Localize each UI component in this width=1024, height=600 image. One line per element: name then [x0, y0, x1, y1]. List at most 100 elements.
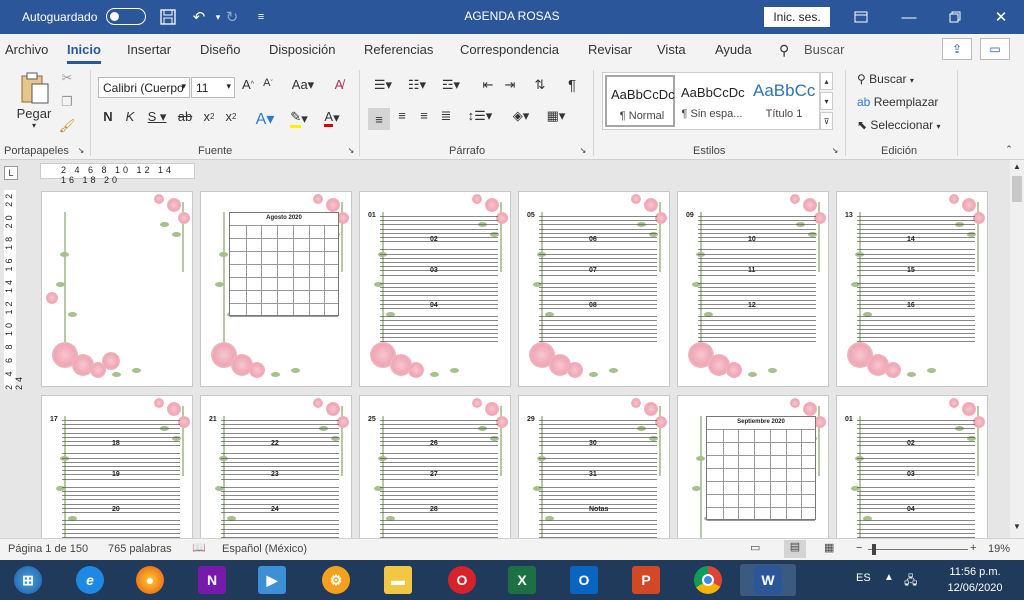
vertical-ruler[interactable]: 2 4 6 8 10 12 14 16 18 20 22 24 — [4, 190, 24, 390]
proofing-icon[interactable]: 📖 — [192, 541, 206, 554]
tab-selector-icon[interactable]: L — [4, 166, 18, 180]
page-thumbnail[interactable]: Agosto 2020 — [200, 191, 352, 387]
zoom-slider-thumb[interactable] — [872, 544, 876, 555]
scroll-thumb[interactable] — [1012, 176, 1022, 202]
find-button[interactable]: ⚲ Buscar ▾ — [857, 72, 914, 86]
increase-indent-icon[interactable]: ⇥ — [500, 77, 520, 93]
scroll-down-icon[interactable]: ▼ — [1010, 522, 1024, 531]
tab-referencias[interactable]: Referencias — [364, 42, 433, 57]
grow-font-icon[interactable]: A ^ — [239, 77, 257, 92]
network-icon[interactable]: 🖧 — [904, 571, 917, 592]
underline-icon[interactable]: S ▾ — [145, 109, 169, 125]
clock[interactable]: 11:56 p.m. 12/06/2020 — [930, 564, 1020, 596]
word-count[interactable]: 765 palabras — [108, 543, 172, 555]
numbering-icon[interactable]: ☷▾ — [402, 77, 432, 93]
show-marks-icon[interactable]: ¶ — [562, 77, 582, 94]
tab-inicio[interactable]: Inicio — [67, 42, 101, 57]
page-thumbnail[interactable]: 13 14 15 16 — [836, 191, 988, 387]
zoom-slider[interactable] — [868, 549, 968, 550]
tab-diseno[interactable]: Diseño — [200, 42, 240, 57]
page-count[interactable]: Página 1 de 150 — [8, 543, 88, 555]
page-thumbnail[interactable]: 09 10 11 12 — [677, 191, 829, 387]
vertical-scrollbar[interactable]: ▲ ▼ — [1010, 160, 1024, 538]
page-thumbnail[interactable]: 25 26 27 28 — [359, 395, 511, 538]
bullets-icon[interactable]: ☰▾ — [368, 77, 398, 93]
page-thumbnail[interactable]: Septiembre 2020 — [677, 395, 829, 538]
paragraph-launcher-icon[interactable]: ↘ — [578, 146, 588, 155]
read-mode-icon[interactable]: ▭ — [750, 541, 760, 554]
input-language[interactable]: ES — [856, 572, 871, 584]
format-painter-icon[interactable]: 🖌 — [58, 118, 76, 134]
share-button[interactable]: ⇪ — [942, 38, 972, 60]
comments-button[interactable]: ▭ — [980, 38, 1010, 60]
zoom-out-icon[interactable]: − — [856, 542, 862, 554]
paste-dropdown-icon[interactable]: ▾ — [26, 121, 42, 130]
copy-icon[interactable]: ❐ — [58, 94, 76, 110]
page-thumbnail[interactable]: 05 06 07 08 — [518, 191, 670, 387]
tray-expand-icon[interactable]: ▲ — [884, 572, 894, 583]
sort-icon[interactable]: ⇅ — [530, 77, 550, 93]
page-thumbnail[interactable]: 01 02 03 04 — [836, 395, 988, 538]
taskbar-opera[interactable]: O — [440, 564, 484, 596]
shrink-font-icon[interactable]: Aˇ — [259, 77, 277, 89]
minimize-icon[interactable]: — — [886, 0, 932, 34]
web-layout-icon[interactable]: ▦ — [824, 541, 834, 554]
page-thumbnail[interactable]: 29 30 31 Notas — [518, 395, 670, 538]
taskbar-ie[interactable]: e — [68, 564, 112, 596]
text-effects-icon[interactable]: A▾ — [252, 109, 278, 129]
bold-icon[interactable]: N — [100, 109, 116, 124]
font-color-icon[interactable]: A ▾ — [318, 109, 346, 127]
tab-vista[interactable]: Vista — [657, 42, 686, 57]
multilevel-list-icon[interactable]: ☲▾ — [436, 77, 466, 93]
taskbar-excel[interactable]: X — [500, 564, 544, 596]
replace-button[interactable]: ab Reemplazar — [857, 95, 938, 109]
ribbon-display-icon[interactable] — [838, 0, 884, 34]
taskbar-onenote[interactable]: N — [190, 564, 234, 596]
taskbar-word[interactable]: W — [740, 564, 796, 596]
print-layout-icon[interactable]: ▤ — [784, 540, 806, 558]
tab-insertar[interactable]: Insertar — [127, 42, 171, 57]
styles-scroll-down-icon[interactable]: ▾ — [820, 92, 833, 110]
styles-launcher-icon[interactable]: ↘ — [830, 146, 840, 155]
change-case-icon[interactable]: Aa▾ — [288, 77, 318, 93]
line-spacing-icon[interactable]: ↕☰▾ — [464, 108, 496, 124]
page-thumbnail[interactable] — [41, 191, 193, 387]
font-size-select[interactable]: 11 ▾ — [191, 77, 235, 98]
borders-icon[interactable]: ▦▾ — [540, 108, 572, 124]
taskbar-powerpoint[interactable]: P — [624, 564, 668, 596]
align-center-icon[interactable]: ≡ — [392, 108, 412, 123]
highlight-icon[interactable]: ✎ ▾ — [286, 109, 312, 128]
scroll-up-icon[interactable]: ▲ — [1010, 162, 1024, 171]
taskbar-outlook[interactable]: O — [562, 564, 606, 596]
subscript-icon[interactable]: x2 — [200, 109, 218, 124]
strikethrough-icon[interactable]: ab — [176, 109, 194, 124]
taskbar-chrome[interactable] — [686, 564, 730, 596]
font-family-select[interactable]: Calibri (Cuerpo ▾ — [98, 77, 190, 98]
zoom-in-icon[interactable]: + — [970, 542, 976, 554]
taskbar-media[interactable]: ▶ — [250, 564, 294, 596]
paste-icon[interactable] — [18, 70, 52, 106]
align-right-icon[interactable]: ≡ — [414, 108, 434, 123]
page-thumbnail[interactable]: 17 18 19 20 — [41, 395, 193, 538]
close-icon[interactable]: ✕ — [978, 0, 1024, 34]
tab-archivo[interactable]: Archivo — [5, 42, 48, 57]
select-button[interactable]: ⬉ Seleccionar ▾ — [857, 118, 940, 132]
justify-icon[interactable]: ≣ — [436, 108, 456, 124]
taskbar-settings[interactable]: ⚙ — [314, 564, 358, 596]
tab-correspondencia[interactable]: Correspondencia — [460, 42, 559, 57]
tab-revisar[interactable]: Revisar — [588, 42, 632, 57]
superscript-icon[interactable]: x2 — [222, 109, 240, 124]
taskbar-firefox[interactable]: ● — [128, 564, 172, 596]
shading-icon[interactable]: ◈▾ — [506, 108, 536, 124]
styles-more-icon[interactable]: ⊽ — [820, 112, 833, 130]
styles-scroll-up-icon[interactable]: ▴ — [820, 72, 833, 90]
horizontal-ruler[interactable]: 2 4 6 8 10 12 14 16 18 20 — [40, 163, 195, 185]
search-box[interactable]: Buscar — [804, 42, 844, 57]
page-thumbnail[interactable]: 01 02 03 04 — [359, 191, 511, 387]
language-status[interactable]: Español (México) — [222, 543, 307, 555]
page-thumbnail[interactable]: 21 22 23 24 — [200, 395, 352, 538]
font-launcher-icon[interactable]: ↘ — [346, 146, 356, 155]
tab-disposicion[interactable]: Disposición — [269, 42, 335, 57]
style-heading1[interactable]: AaBbCc Título 1 — [749, 75, 819, 127]
document-area[interactable]: L 2 4 6 8 10 12 14 16 18 20 2 4 6 8 10 1… — [0, 160, 1010, 538]
